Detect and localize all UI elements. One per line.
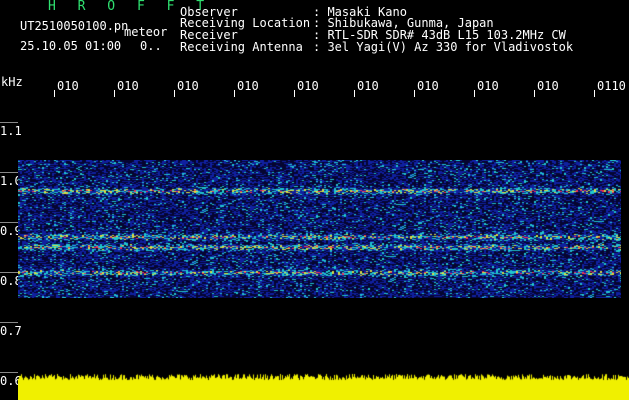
datetime: 25.10.05 01:00 (20, 39, 122, 53)
time-tick-label: 010 (174, 79, 199, 97)
time-tick-label: 010 (354, 79, 379, 97)
antenna-label: Receiving Antenna (180, 40, 303, 54)
time-tick-label: 010 (414, 79, 439, 97)
time-tick-label: 010 (474, 79, 499, 97)
freq-tick-label: 1.1 (0, 122, 22, 138)
time-tick-label: 0110 (594, 79, 626, 97)
audio-level-strip (18, 372, 629, 400)
time-tick-label: 010 (54, 79, 79, 97)
time-tick-label: 010 (234, 79, 259, 97)
time-tick-label: 010 (114, 79, 139, 97)
file-name: UT2510050100.pn (20, 19, 129, 33)
antenna-value: : 3el Yagi(V) Az 330 for Vladivostok (313, 40, 574, 54)
freq-unit-label: kHz (1, 75, 23, 89)
counter: 0.. (140, 39, 162, 53)
file-suffix: meteor (124, 25, 168, 39)
spectrogram (18, 160, 621, 298)
freq-tick-label: 0.7 (0, 322, 22, 338)
time-tick-label: 010 (534, 79, 559, 97)
time-tick-label: 010 (294, 79, 319, 97)
